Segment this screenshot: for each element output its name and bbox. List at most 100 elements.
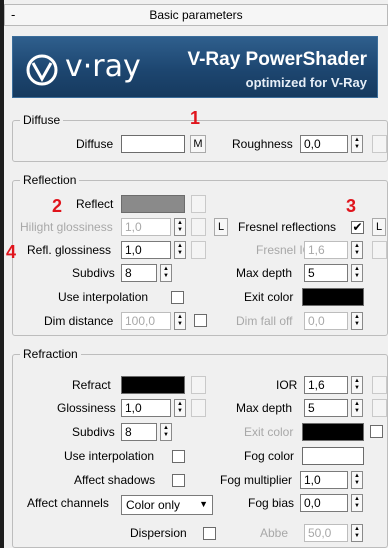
dim-distance-label: Dim distance [44, 314, 114, 328]
affect-channels-dropdown[interactable]: Color only ▼ [121, 495, 213, 515]
diffuse-map-button[interactable]: M [190, 135, 206, 153]
diffuse-color-swatch[interactable] [121, 135, 185, 153]
refraction-group-title: Refraction [20, 347, 81, 361]
fog-multiplier-label: Fog multiplier [220, 473, 293, 487]
hilight-spin-arrows[interactable]: ▲ ▼ [174, 218, 186, 236]
refraction-glossiness-input[interactable]: 1,0 [121, 399, 171, 417]
fresnel-reflections-checkbox[interactable]: ✔ [351, 221, 364, 234]
fresnel-ior-input[interactable]: 1,6 [304, 241, 348, 259]
refraction-max-depth-spinner[interactable]: 5 ▲ ▼ [304, 399, 363, 417]
refraction-glossiness-spin-arrows[interactable]: ▲ ▼ [174, 399, 186, 417]
vray-logo-icon [26, 54, 58, 86]
reflection-use-interpolation-label: Use interpolation [58, 290, 149, 304]
chevron-down-icon[interactable]: ▼ [199, 499, 208, 509]
annotation-2: 2 [52, 196, 63, 216]
affect-shadows-checkbox[interactable] [172, 474, 185, 487]
fog-multiplier-input[interactable]: 1,0 [300, 471, 348, 489]
banner-subtitle: optimized for V-Ray [245, 75, 367, 90]
abbe-spinner[interactable]: 50,0 ▲ ▼ [304, 524, 363, 542]
vray-banner: v·ray V-Ray PowerShader optimized for V-… [12, 36, 378, 98]
reflect-map-button[interactable] [191, 195, 206, 213]
refraction-use-interpolation-label: Use interpolation [64, 449, 155, 463]
hilight-lock-button[interactable]: L [214, 218, 228, 236]
refraction-subdivs-spinner[interactable]: 8 ▲ ▼ [121, 423, 172, 441]
dim-fall-off-spinner[interactable]: 0,0 ▲ ▼ [304, 312, 363, 330]
refl-glossiness-map-button[interactable] [191, 241, 206, 259]
rollout-header-basic-parameters[interactable]: - Basic parameters [4, 4, 388, 26]
dim-fall-off-input[interactable]: 0,0 [304, 312, 348, 330]
refraction-subdivs-spin-arrows[interactable]: ▲ ▼ [160, 423, 172, 441]
fog-color-label: Fog color [244, 449, 295, 463]
fog-color-swatch[interactable] [302, 447, 364, 465]
reflection-subdivs-spin-arrows[interactable]: ▲ ▼ [160, 264, 172, 282]
ior-spinner[interactable]: 1,6 ▲ ▼ [304, 376, 363, 394]
refract-color-swatch[interactable] [121, 376, 185, 394]
dim-distance-spinner[interactable]: 100,0 ▲ ▼ [121, 312, 186, 330]
reflection-max-depth-spin-arrows[interactable]: ▲ ▼ [351, 264, 363, 282]
dim-distance-input[interactable]: 100,0 [121, 312, 171, 330]
refl-glossiness-spin-arrows[interactable]: ▲ ▼ [174, 241, 186, 259]
refraction-use-interpolation-checkbox[interactable] [172, 450, 185, 463]
roughness-input[interactable]: 0,0 [300, 135, 348, 153]
banner-title: V-Ray PowerShader [187, 49, 367, 70]
reflection-max-depth-label: Max depth [236, 266, 293, 280]
diffuse-label: Diffuse [76, 137, 114, 151]
refl-glossiness-spinner[interactable]: 1,0 ▲ ▼ [121, 241, 186, 259]
ior-spin-arrows[interactable]: ▲ ▼ [351, 376, 363, 394]
dim-distance-spin-arrows[interactable]: ▲ ▼ [174, 312, 186, 330]
fog-multiplier-spin-arrows[interactable]: ▲ ▼ [351, 471, 363, 489]
reflection-exit-color-swatch[interactable] [302, 288, 364, 306]
refraction-glossiness-spinner[interactable]: 1,0 ▲ ▼ [121, 399, 186, 417]
reflection-subdivs-spinner[interactable]: 8 ▲ ▼ [121, 264, 172, 282]
vray-logo-text: v·ray [65, 49, 141, 84]
hilight-glossiness-input[interactable]: 1,0 [121, 218, 171, 236]
annotation-4: 4 [6, 242, 17, 262]
fog-bias-spinner[interactable]: 0,0 ▲ ▼ [300, 494, 363, 512]
refraction-max-depth-spin-arrows[interactable]: ▲ ▼ [351, 399, 363, 417]
annotation-3: 3 [346, 196, 357, 216]
reflect-label: Reflect [76, 197, 114, 211]
fog-bias-spin-arrows[interactable]: ▲ ▼ [351, 494, 363, 512]
dispersion-checkbox[interactable] [203, 527, 216, 540]
hilight-glossiness-spinner[interactable]: 1,0 ▲ ▼ [121, 218, 186, 236]
fresnel-lock-button[interactable]: L [372, 218, 386, 236]
refraction-subdivs-input[interactable]: 8 [121, 423, 157, 441]
dim-distance-checkbox[interactable] [194, 314, 207, 327]
hilight-map-button[interactable] [191, 218, 206, 236]
roughness-map-button[interactable] [372, 135, 387, 153]
refract-map-button[interactable] [191, 376, 206, 394]
reflection-use-interpolation-checkbox[interactable] [171, 291, 184, 304]
refraction-max-depth-map-button[interactable] [372, 399, 387, 417]
roughness-label: Roughness [232, 137, 293, 151]
fresnel-ior-spin-arrows[interactable]: ▲ ▼ [351, 241, 363, 259]
refract-label: Refract [72, 378, 111, 392]
abbe-input[interactable]: 50,0 [304, 524, 348, 542]
reflection-subdivs-input[interactable]: 8 [121, 264, 157, 282]
refraction-max-depth-input[interactable]: 5 [304, 399, 348, 417]
left-edge-strip [0, 0, 4, 548]
refraction-exit-color-checkbox[interactable] [370, 425, 383, 438]
roughness-spinner[interactable]: 0,0 ▲ ▼ [300, 135, 363, 153]
rollout-title: Basic parameters [149, 8, 243, 22]
roughness-spin-arrows[interactable]: ▲ ▼ [351, 135, 363, 153]
refraction-exit-color-swatch[interactable] [302, 423, 364, 441]
refraction-glossiness-map-button[interactable] [191, 399, 206, 417]
ior-map-button[interactable] [372, 376, 387, 394]
reflection-max-depth-input[interactable]: 5 [304, 264, 348, 282]
abbe-label: Abbe [260, 526, 289, 540]
ior-input[interactable]: 1,6 [304, 376, 348, 394]
refl-glossiness-input[interactable]: 1,0 [121, 241, 171, 259]
reflect-color-swatch[interactable] [121, 195, 185, 213]
fresnel-reflections-label: Fresnel reflections [238, 220, 337, 234]
fresnel-ior-spinner[interactable]: 1,6 ▲ ▼ [304, 241, 363, 259]
dim-fall-off-spin-arrows[interactable]: ▲ ▼ [351, 312, 363, 330]
refraction-glossiness-label: Glossiness [57, 401, 116, 415]
reflection-exit-color-label: Exit color [244, 290, 294, 304]
fog-bias-input[interactable]: 0,0 [300, 494, 348, 512]
fog-multiplier-spinner[interactable]: 1,0 ▲ ▼ [300, 471, 363, 489]
dispersion-label: Dispersion [130, 526, 187, 540]
abbe-spin-arrows[interactable]: ▲ ▼ [351, 524, 363, 542]
fresnel-ior-map-button[interactable] [372, 241, 387, 259]
collapse-icon[interactable]: - [11, 7, 15, 22]
reflection-max-depth-spinner[interactable]: 5 ▲ ▼ [304, 264, 363, 282]
